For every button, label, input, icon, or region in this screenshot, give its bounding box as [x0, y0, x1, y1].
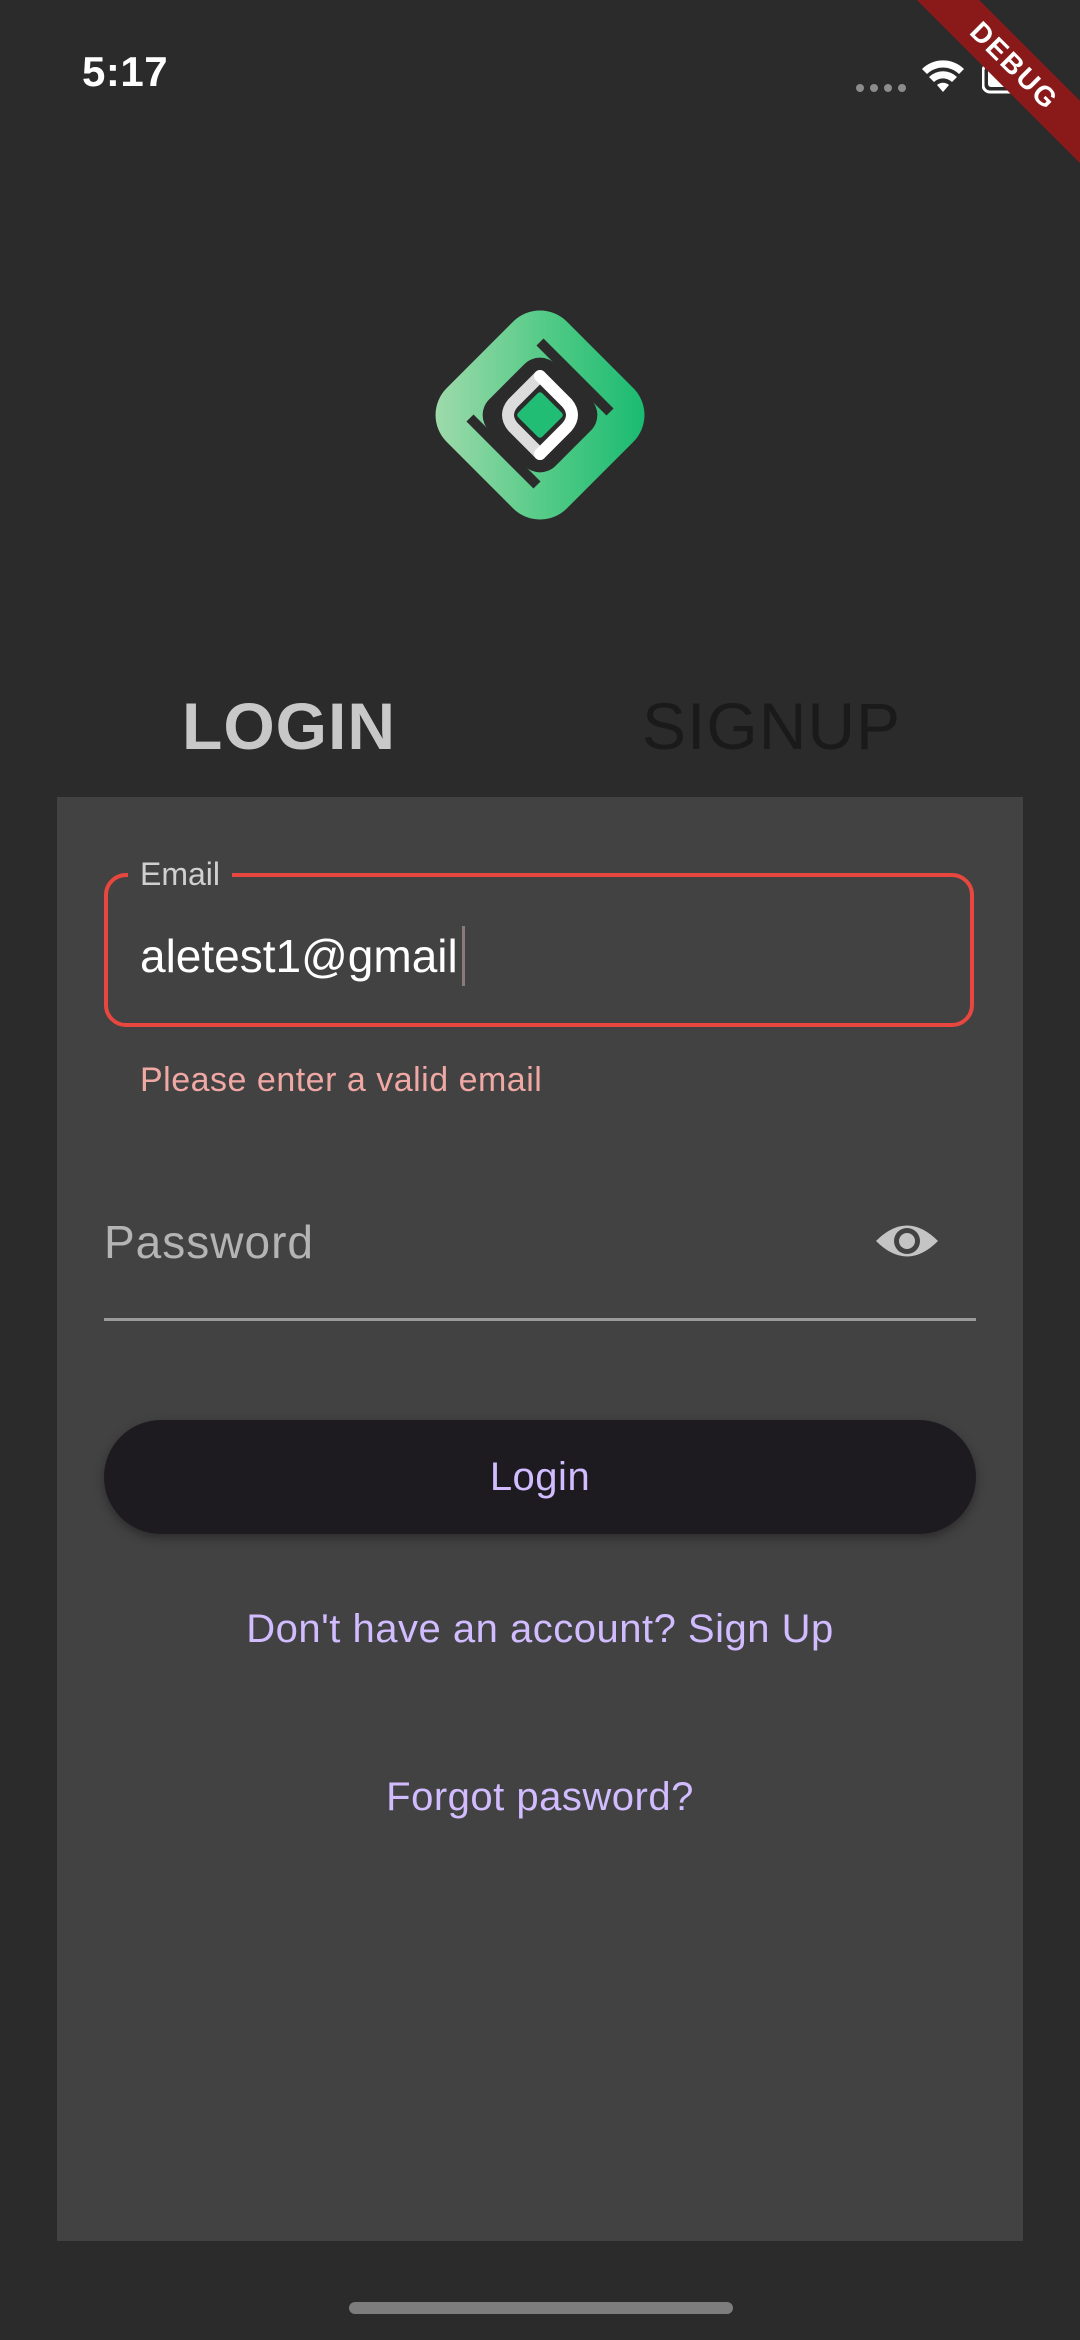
debug-banner-label: DEBUG — [906, 0, 1080, 174]
tab-login[interactable]: LOGIN — [182, 686, 396, 766]
tab-signup[interactable]: SIGNUP — [642, 686, 901, 766]
text-caret — [461, 926, 465, 986]
login-button[interactable]: Login — [104, 1420, 976, 1534]
app-logo-icon — [435, 310, 645, 520]
email-input[interactable]: aletest1@gmail — [140, 926, 465, 986]
password-field[interactable]: Password — [104, 1214, 314, 1270]
email-error-text: Please enter a valid email — [140, 1061, 543, 1099]
login-screen: 5:17 DEBUG LOGIN SIGNUP Email aletest1@g… — [0, 0, 1080, 2340]
signup-link[interactable]: Don't have an account? Sign Up — [57, 1604, 1023, 1654]
email-input-value: aletest1@gmail — [140, 930, 458, 982]
eye-icon[interactable] — [874, 1218, 940, 1264]
password-underline — [104, 1318, 976, 1321]
debug-banner: DEBUG — [900, 0, 1080, 180]
signal-dots-icon — [856, 84, 906, 92]
email-label: Email — [128, 856, 233, 892]
status-time: 5:17 — [82, 48, 169, 95]
home-indicator[interactable] — [349, 2302, 733, 2314]
forgot-password-link[interactable]: Forgot pasword? — [57, 1772, 1023, 1822]
